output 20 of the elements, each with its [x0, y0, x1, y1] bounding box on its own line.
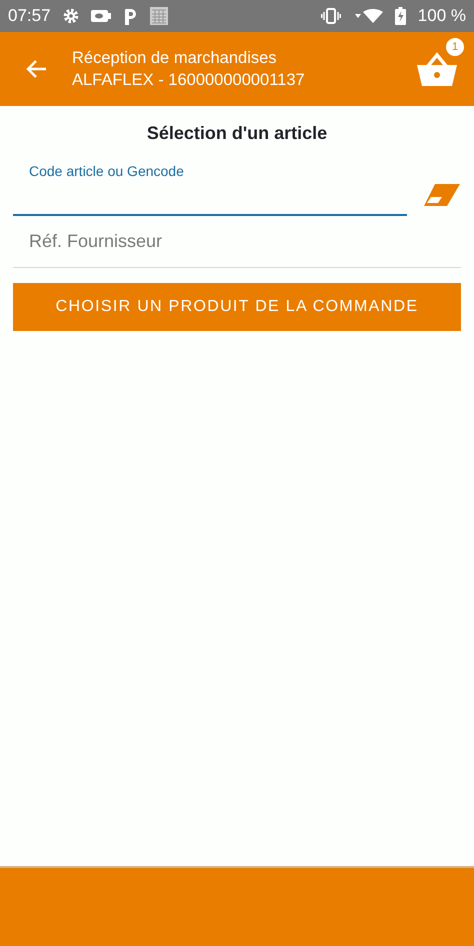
wifi-icon: [352, 9, 383, 23]
screen-title: Réception de marchandises: [72, 48, 278, 69]
clock: 07:57: [8, 5, 51, 28]
camera-icon: [90, 9, 111, 23]
vibrate-icon: [320, 8, 341, 24]
gear-icon: [62, 8, 79, 24]
p-icon: [122, 7, 137, 25]
eraser-button[interactable]: [423, 182, 461, 208]
supplier-ref-field[interactable]: Réf. Fournisseur: [13, 216, 461, 268]
cart-count: 1: [446, 38, 464, 56]
section-heading: Sélection d'un article: [146, 122, 328, 145]
order-subtitle: ALFAFLEX - 160000000001137: [72, 70, 306, 91]
keyboard-icon: [148, 6, 169, 26]
back-arrow-icon: [25, 59, 47, 79]
battery-icon: [394, 7, 406, 25]
field-label: Code article ou Gencode: [28, 162, 185, 181]
cart-button[interactable]: [416, 52, 458, 86]
choose-product-button[interactable]: CHOISIR UN PRODUIT DE LA COMMANDE: [13, 283, 461, 331]
battery-level: 100 %: [418, 5, 466, 28]
basket-icon: [416, 52, 458, 86]
